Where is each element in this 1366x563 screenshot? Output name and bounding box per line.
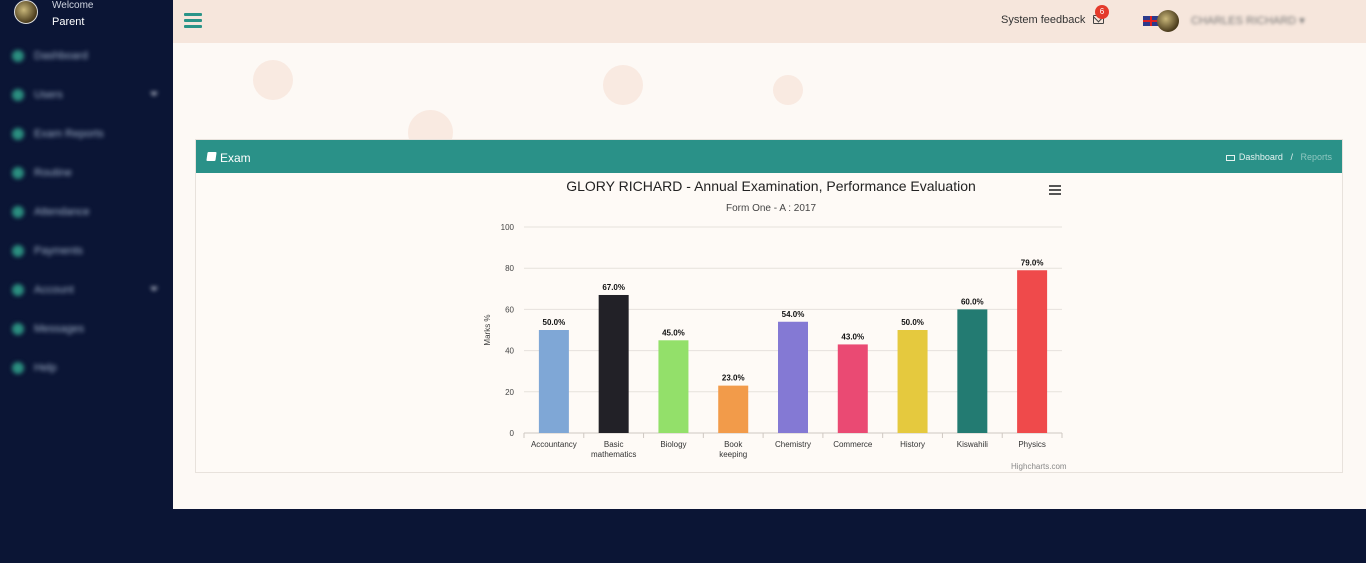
sidebar: Welcome Parent Dashboard Users Exam Report… <box>0 0 173 563</box>
breadcrumb-separator: / <box>1290 152 1293 162</box>
bar-6 <box>897 330 928 433</box>
user-avatar[interactable] <box>14 0 38 24</box>
attendance-icon <box>12 206 24 218</box>
x-tick-label: Biology <box>660 440 686 449</box>
x-tick-label: Kiswahili <box>957 440 988 449</box>
sidebar-item-label: Help <box>34 362 57 374</box>
data-label: 45.0% <box>662 328 685 337</box>
sidebar-item-help[interactable]: Help <box>12 358 162 378</box>
user-avatar-small[interactable] <box>1157 10 1179 32</box>
payments-icon <box>12 245 24 257</box>
x-tick-label: Basic <box>604 440 624 449</box>
bar-5 <box>837 344 868 433</box>
x-tick-label: History <box>900 440 925 449</box>
book-icon <box>206 152 217 161</box>
bar-7 <box>957 309 988 433</box>
user-role: Parent <box>52 16 85 28</box>
data-label: 23.0% <box>722 374 745 383</box>
breadcrumb: Dashboard / Reports <box>1225 152 1332 162</box>
sidebar-item-messages[interactable]: Messages <box>12 319 162 339</box>
sidebar-item-label: Account <box>34 284 74 296</box>
sidebar-item-label: Exam Reports <box>34 128 104 140</box>
bar-4 <box>778 321 808 433</box>
y-tick-label: 20 <box>505 388 514 397</box>
sidebar-item-label: Users <box>34 89 63 101</box>
sidebar-item-account[interactable]: Account <box>12 280 162 300</box>
data-label: 50.0% <box>901 318 924 327</box>
panel-title: Exam <box>220 151 251 165</box>
top-navbar: System feedback 6 CHARLES RICHARD ▾ <box>173 0 1366 43</box>
data-label: 79.0% <box>1021 258 1044 267</box>
notification-badge: 6 <box>1095 5 1109 19</box>
sidebar-user: Welcome Parent <box>14 0 94 34</box>
data-label: 60.0% <box>961 297 984 306</box>
messages-icon <box>12 323 24 335</box>
bar-3 <box>718 385 749 433</box>
users-icon <box>12 89 24 101</box>
system-feedback-link[interactable]: System feedback <box>1001 14 1085 26</box>
exam-panel: Exam Dashboard / Reports GLORY RICHARD -… <box>195 139 1343 473</box>
breadcrumb-dashboard[interactable]: Dashboard <box>1239 152 1283 162</box>
y-tick-label: 60 <box>505 305 514 314</box>
sidebar-item-users[interactable]: Users <box>12 85 162 105</box>
chart-credit[interactable]: Highcharts.com <box>1011 462 1067 471</box>
x-tick-label: keeping <box>719 450 747 459</box>
x-tick-label: Physics <box>1018 440 1046 449</box>
sidebar-item-attendance[interactable]: Attendance <box>12 202 162 222</box>
welcome-text: Welcome <box>52 0 94 11</box>
y-tick-label: 80 <box>505 264 514 273</box>
y-axis-label: Marks % <box>483 314 492 345</box>
sidebar-item-label: Payments <box>34 245 83 257</box>
help-icon <box>12 362 24 374</box>
main-content: System feedback 6 CHARLES RICHARD ▾ Exam… <box>173 0 1366 509</box>
sidebar-item-payments[interactable]: Payments <box>12 241 162 261</box>
x-tick-label: Accountancy <box>531 440 577 449</box>
data-label: 43.0% <box>841 332 864 341</box>
performance-chart: GLORY RICHARD - Annual Examination, Perf… <box>196 173 1344 473</box>
y-tick-label: 100 <box>501 223 515 232</box>
bar-1 <box>598 294 629 433</box>
data-label: 50.0% <box>543 318 566 327</box>
data-label: 67.0% <box>602 283 625 292</box>
exam-icon <box>12 128 24 140</box>
sidebar-item-routine[interactable]: Routine <box>12 163 162 183</box>
chart-plot: 0 20 40 60 80 100 Marks % 50.0% Accountancy 67.0%… <box>483 223 1063 459</box>
y-tick-label: 0 <box>510 429 515 438</box>
sidebar-item-label: Routine <box>34 167 72 179</box>
data-label: 54.0% <box>782 310 805 319</box>
y-tick-label: 40 <box>505 347 514 356</box>
sidebar-item-exam-reports[interactable]: Exam Reports <box>12 124 162 144</box>
bar-2 <box>658 340 689 433</box>
user-menu-dropdown[interactable]: CHARLES RICHARD ▾ <box>1191 14 1305 27</box>
account-icon <box>12 284 24 296</box>
x-tick-label: Commerce <box>833 440 873 449</box>
x-tick-label: Chemistry <box>775 440 811 449</box>
chevron-down-icon <box>150 92 158 96</box>
chevron-down-icon <box>150 287 158 291</box>
x-tick-label: mathematics <box>591 450 636 459</box>
sidebar-item-label: Attendance <box>34 206 90 218</box>
routine-icon <box>12 167 24 179</box>
laptop-icon <box>1225 155 1235 161</box>
x-tick-label: Book <box>724 440 743 449</box>
dashboard-icon <box>12 50 24 62</box>
bar-0 <box>538 330 569 433</box>
panel-header: Exam Dashboard / Reports <box>196 140 1342 173</box>
user-name: CHARLES RICHARD <box>1191 15 1297 27</box>
sidebar-item-label: Messages <box>34 323 85 335</box>
menu-toggle-icon[interactable] <box>184 13 203 29</box>
sidebar-item-dashboard[interactable]: Dashboard <box>12 46 162 66</box>
breadcrumb-current: Reports <box>1300 152 1332 162</box>
bar-8 <box>1017 270 1048 433</box>
sidebar-item-label: Dashboard <box>34 50 88 62</box>
